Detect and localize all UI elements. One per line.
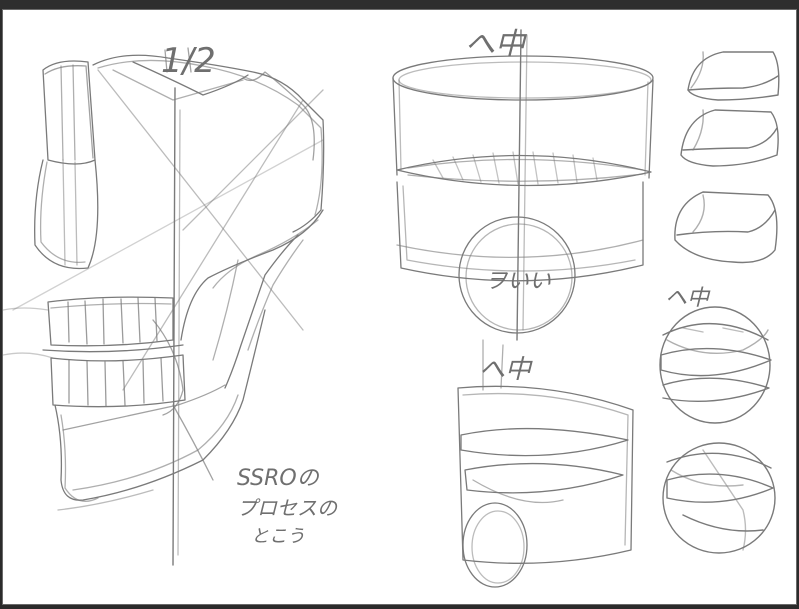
mouth-small-label: へ中 <box>479 355 533 385</box>
circle-label: ヲいい <box>485 269 551 294</box>
sketch-layer: 1/2 SSROの プロセスの とこう へ中 ヲいい へ中 ヘ中 <box>3 27 780 588</box>
drawing-canvas[interactable]: 1/2 SSROの プロセスの とこう へ中 ヲいい へ中 ヘ中 <box>2 9 797 605</box>
mouth-top-label: へ中 <box>465 27 528 62</box>
box-studies <box>674 51 780 264</box>
teeth-small-label: ヘ中 <box>665 286 711 311</box>
note-line-1: SSROの <box>237 466 321 491</box>
teeth-studies <box>659 306 776 554</box>
window-bottom-edge <box>0 605 799 609</box>
note-line-3: とこう <box>251 526 305 547</box>
midline-label: 1/2 <box>161 41 216 81</box>
window-top-bar <box>0 0 799 9</box>
note-line-2: プロセスの <box>237 496 338 520</box>
